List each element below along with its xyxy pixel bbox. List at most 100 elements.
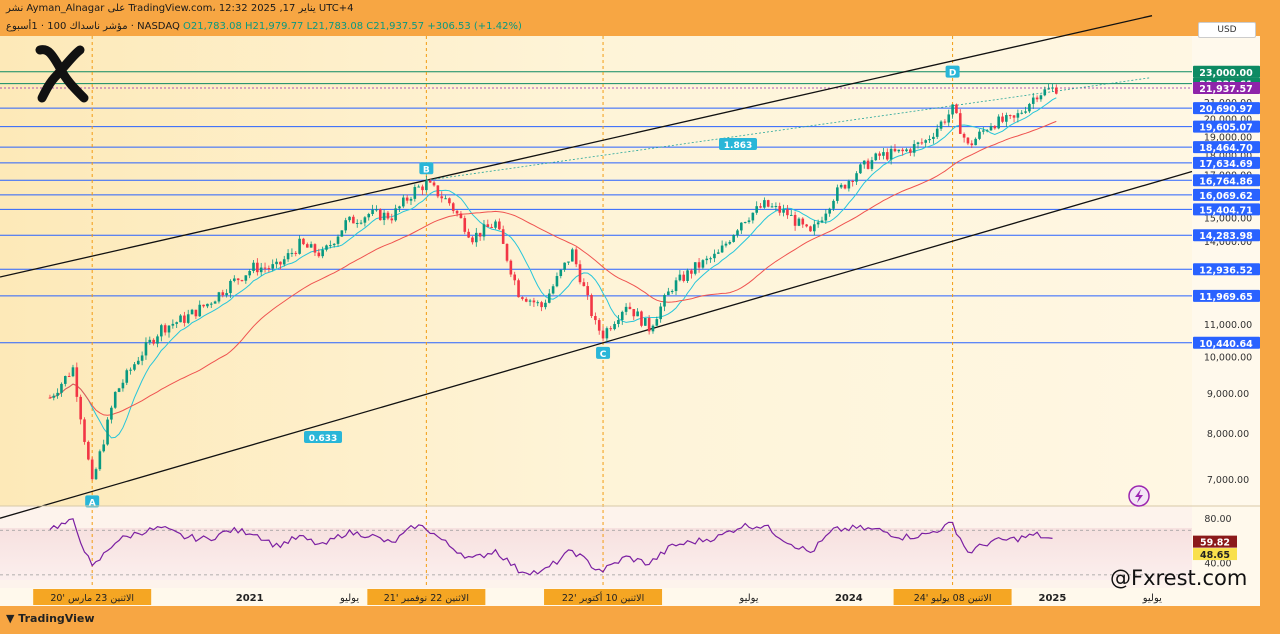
price-level-label: 10,440.64 bbox=[1199, 339, 1253, 350]
candle-body bbox=[928, 138, 931, 141]
candle-body bbox=[113, 391, 117, 408]
x-tick-label: يوليو bbox=[738, 593, 758, 604]
candle-body bbox=[870, 160, 874, 169]
candle-body bbox=[474, 232, 478, 243]
candle-body bbox=[163, 325, 167, 333]
candle-body bbox=[544, 302, 547, 308]
candle-body bbox=[617, 319, 620, 325]
candle-body bbox=[982, 130, 985, 132]
plot-background bbox=[0, 36, 1192, 506]
candle-body bbox=[459, 213, 463, 219]
candle-body bbox=[563, 262, 566, 270]
candle-body bbox=[175, 322, 178, 324]
candle-body bbox=[129, 369, 132, 371]
candle-body bbox=[813, 224, 816, 232]
candle-body bbox=[509, 260, 513, 275]
candle-body bbox=[916, 142, 920, 145]
candle-body bbox=[290, 252, 294, 254]
pivot-label: A bbox=[89, 498, 96, 508]
candle-body bbox=[1043, 89, 1047, 96]
candle-body bbox=[302, 238, 305, 245]
candle-body bbox=[793, 214, 797, 226]
date-highlight-label: الاثنين 10 أكتوبر '22 bbox=[562, 591, 644, 604]
candle-body bbox=[797, 218, 801, 226]
candle-body bbox=[1005, 115, 1008, 122]
rsi-value-label: 59.82 bbox=[1200, 538, 1230, 549]
candle-body bbox=[667, 291, 670, 296]
candle-body bbox=[690, 270, 693, 274]
candle-body bbox=[394, 208, 397, 221]
candle-body bbox=[920, 142, 924, 144]
x-tick-label: 2024 bbox=[835, 593, 863, 604]
candle-body bbox=[528, 300, 532, 302]
candle-body bbox=[578, 264, 582, 283]
candle-body bbox=[375, 209, 378, 211]
candle-body bbox=[974, 138, 977, 146]
candle-body bbox=[989, 126, 993, 131]
candle-body bbox=[997, 116, 1000, 129]
candle-body bbox=[121, 382, 125, 389]
rsi-tick-label: 80.00 bbox=[1204, 514, 1231, 525]
candle-body bbox=[252, 262, 255, 271]
candle-body bbox=[713, 253, 716, 259]
candle-body bbox=[482, 224, 486, 237]
candle-body bbox=[190, 309, 194, 315]
candle-body bbox=[655, 319, 659, 326]
candle-body bbox=[305, 244, 309, 248]
candle-body bbox=[217, 292, 221, 302]
candle-body bbox=[620, 311, 624, 320]
candle-body bbox=[313, 244, 317, 253]
candle-body bbox=[1047, 88, 1050, 90]
y-tick-label: 7,000.00 bbox=[1207, 475, 1249, 486]
candle-body bbox=[236, 278, 240, 281]
candle-body bbox=[1012, 115, 1016, 118]
candle-body bbox=[421, 186, 424, 191]
candle-body bbox=[532, 300, 536, 303]
candle-body bbox=[286, 253, 290, 260]
candle-body bbox=[355, 223, 359, 225]
candle-body bbox=[601, 330, 605, 339]
candle-body bbox=[766, 200, 770, 207]
candle-body bbox=[866, 160, 870, 169]
candle-body bbox=[755, 206, 758, 213]
high-value: H21,979.77 bbox=[245, 21, 304, 32]
candle-body bbox=[340, 230, 344, 237]
candle-body bbox=[428, 180, 432, 183]
date-highlight-label: الاثنين 08 يوليو '24 bbox=[914, 593, 992, 604]
candle-body bbox=[643, 318, 647, 326]
candle-body bbox=[440, 196, 444, 199]
candle-body bbox=[816, 222, 820, 225]
candle-body bbox=[609, 328, 613, 330]
candle-body bbox=[83, 419, 86, 442]
candle-body bbox=[693, 262, 697, 274]
candle-body bbox=[444, 198, 447, 200]
candle-body bbox=[244, 275, 248, 281]
candle-body bbox=[102, 444, 106, 452]
candle-body bbox=[551, 286, 555, 294]
candle-body bbox=[448, 198, 451, 204]
candle-body bbox=[709, 258, 712, 260]
candle-body bbox=[229, 280, 232, 294]
y-tick-label: 8,000.00 bbox=[1207, 429, 1249, 440]
candle-body bbox=[309, 244, 313, 248]
price-chart[interactable]: A B C D 1.863 0.633 7,000.00 8,000.00 9,000.00… bbox=[0, 0, 1280, 630]
candle-body bbox=[582, 282, 586, 287]
price-level-label: 14,283.98 bbox=[1199, 231, 1253, 242]
candle-body bbox=[140, 355, 144, 361]
lightning-icon[interactable] bbox=[1128, 485, 1150, 507]
candle-body bbox=[728, 241, 732, 244]
candle-body bbox=[1020, 112, 1024, 114]
candle-body bbox=[547, 293, 551, 303]
low-value: L21,783.08 bbox=[306, 21, 364, 32]
x-tick-label: 2021 bbox=[236, 593, 264, 604]
currency-button[interactable]: USD bbox=[1198, 22, 1256, 38]
candle-body bbox=[939, 121, 943, 129]
candle-body bbox=[716, 252, 720, 254]
candle-body bbox=[951, 104, 954, 115]
candle-body bbox=[94, 469, 98, 480]
candle-body bbox=[279, 261, 282, 265]
candle-body bbox=[87, 441, 90, 460]
candle-body bbox=[467, 231, 470, 238]
candle-body bbox=[382, 212, 386, 221]
candle-body bbox=[536, 302, 540, 304]
